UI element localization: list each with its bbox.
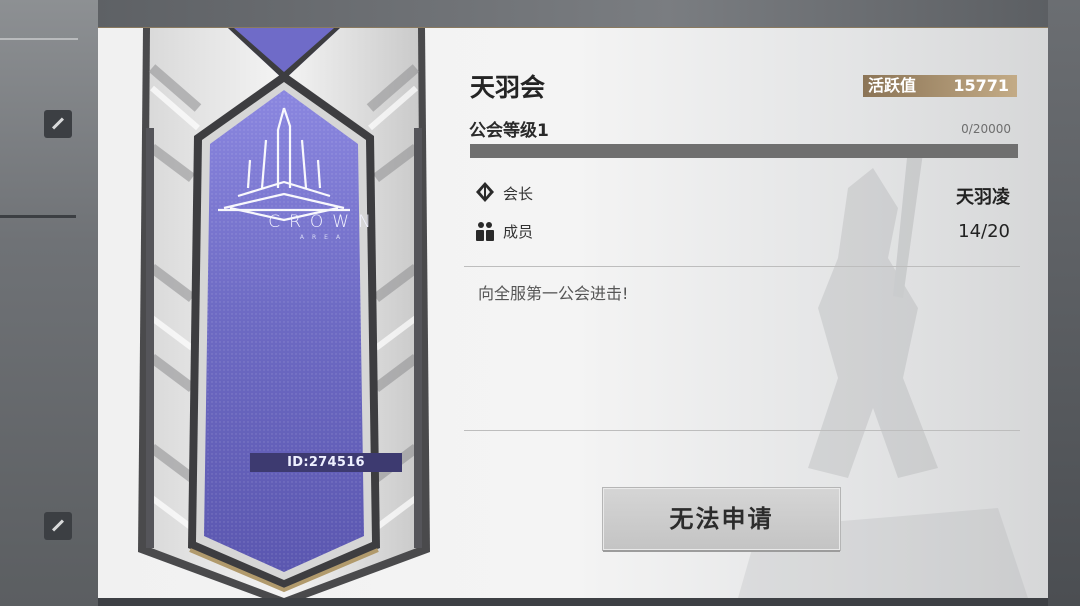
guild-exp-bar [470, 144, 1018, 158]
guild-banner: CROWN AREA ID:274516 [138, 28, 430, 598]
leader-name: 天羽凌 [956, 187, 1010, 208]
background-strip [0, 215, 76, 218]
background-right [1048, 0, 1080, 606]
activity-label: 活跃值 [868, 76, 917, 95]
activity-badge: 活跃值 15771 [863, 75, 1017, 97]
guild-info-panel: CROWN AREA ID:274516 天羽会 活跃值 15771 公会等级1… [98, 28, 1048, 598]
emblem-logo-text: CROWN [268, 212, 380, 232]
background-edit-icon [44, 110, 72, 138]
members-label: 成员 [503, 223, 534, 241]
background-top [98, 0, 1048, 30]
guild-level: 公会等级1 [469, 121, 549, 141]
background-left-panel [0, 0, 98, 606]
apply-button[interactable]: 无法申请 [603, 488, 840, 550]
emblem-logo-subtext: AREA [299, 234, 349, 241]
guild-id: ID:274516 [250, 453, 402, 472]
guild-exp-text: 0/20000 [961, 122, 1011, 136]
guild-name: 天羽会 [470, 73, 546, 102]
leader-emblem-icon [476, 182, 494, 202]
members-icon [476, 222, 494, 241]
members-count: 14/20 [958, 221, 1010, 242]
background-strip [0, 38, 78, 40]
leader-label: 会长 [503, 185, 534, 203]
divider [464, 266, 1020, 267]
background-bottom [98, 598, 1048, 606]
divider [464, 430, 1020, 431]
banner-art [138, 28, 430, 598]
guild-motto: 向全服第一公会进击! [478, 284, 629, 303]
background-edit-icon [44, 512, 72, 540]
activity-value: 15771 [953, 76, 1009, 95]
